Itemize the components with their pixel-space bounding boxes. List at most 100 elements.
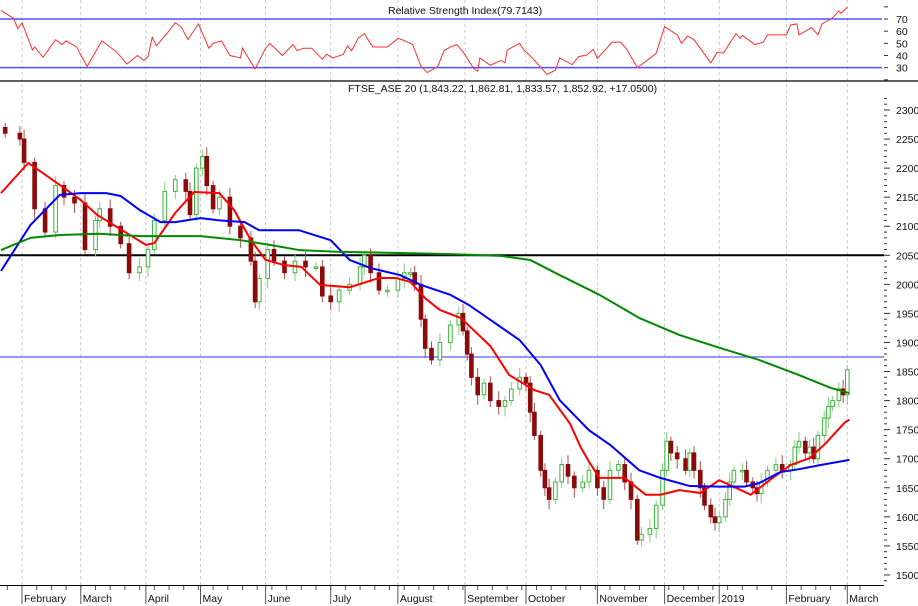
candle-up — [836, 382, 842, 407]
month-label: September — [467, 593, 519, 605]
candle-up — [448, 320, 453, 351]
candle-down — [282, 256, 287, 280]
candle-body — [469, 353, 474, 378]
candle-up — [830, 395, 835, 412]
candle-down — [565, 455, 571, 485]
candle-down — [668, 436, 674, 462]
candle-up — [481, 378, 487, 400]
candle-body — [422, 318, 428, 349]
candle-up — [313, 262, 319, 272]
candle-body — [744, 469, 749, 483]
candle-down — [126, 236, 132, 280]
candle-down — [422, 314, 428, 359]
candle-down — [187, 182, 193, 220]
candle-down — [183, 172, 189, 202]
price-tick-label: 2300 — [896, 105, 918, 117]
candle-body — [137, 266, 142, 274]
candle-up — [647, 519, 653, 543]
candle-body — [282, 260, 287, 274]
candle-down — [488, 376, 493, 407]
rsi-title: Relative Strength Index(79.7143) — [388, 5, 542, 17]
candle-body — [17, 132, 23, 140]
candle-body — [538, 434, 544, 471]
candle-body — [204, 155, 210, 187]
candle-down — [21, 129, 27, 171]
price-tick-label: 2200 — [896, 163, 918, 175]
candle-down — [803, 436, 808, 462]
candle-body — [21, 138, 27, 163]
candle-down — [328, 286, 333, 310]
candle-down — [538, 430, 544, 477]
candle-down — [210, 180, 216, 214]
candle-up — [257, 273, 262, 310]
candle-body — [53, 185, 58, 233]
candle-body — [368, 254, 373, 274]
candle-up — [53, 176, 58, 239]
candle-body — [72, 196, 77, 204]
candle-body — [210, 185, 216, 210]
candle-body — [320, 266, 325, 297]
candle-body — [553, 481, 558, 500]
stock-chart: February March April May June July August Septe… — [0, 0, 918, 606]
candle-body — [523, 376, 529, 384]
candle-body — [376, 272, 382, 291]
candle-up — [437, 333, 443, 367]
candle-down — [418, 275, 424, 328]
candle-body — [183, 179, 189, 192]
price-tick-label: 1700 — [896, 454, 918, 466]
candle-body — [496, 400, 501, 407]
candle-body — [265, 248, 270, 280]
month-label: June — [268, 593, 291, 605]
candle-body — [152, 219, 157, 250]
candle-body — [385, 289, 390, 293]
month-label: July — [333, 593, 352, 605]
candle-up — [93, 215, 98, 256]
candle-body — [796, 440, 802, 448]
candle-body — [586, 469, 592, 483]
candle-body — [252, 260, 258, 303]
candle-body — [546, 487, 552, 500]
candle-body — [271, 248, 277, 262]
candle-body — [731, 469, 737, 483]
candle-body — [448, 324, 453, 343]
candle-body — [488, 382, 493, 402]
candle-body — [723, 498, 728, 518]
candle-body — [464, 330, 470, 355]
price-tick-label: 1900 — [896, 337, 918, 349]
price-title: FTSE_ASE 20 (1,843.22, 1,862.81, 1,833.5… — [348, 83, 657, 95]
candle-down — [496, 391, 501, 415]
candle-body — [2, 126, 8, 134]
candle-body — [82, 202, 88, 250]
chart-canvas: February March April May June July August Septe… — [0, 0, 918, 605]
candle-down — [744, 461, 749, 487]
candle-body — [660, 469, 665, 506]
candle-body — [815, 434, 821, 460]
month-label: March — [83, 593, 112, 605]
candle-down — [429, 341, 434, 365]
candle-down — [542, 463, 548, 496]
price-tick-label: 1600 — [896, 512, 918, 524]
candle-body — [601, 487, 607, 500]
candle-up — [716, 512, 722, 533]
candle-body — [821, 417, 827, 436]
candle-body — [437, 341, 443, 361]
candle-down — [17, 126, 23, 146]
price-tick-label: 1800 — [896, 396, 918, 408]
candle-down — [475, 368, 480, 405]
candle-body — [830, 400, 835, 407]
candle-down — [572, 471, 577, 498]
candle-up — [607, 461, 613, 505]
price-tick-label: 2150 — [896, 192, 918, 204]
candle-up — [145, 244, 151, 277]
candle-down — [523, 372, 529, 392]
rsi-tick-label: 70 — [896, 14, 908, 26]
candle-down — [683, 449, 688, 475]
candle-body — [532, 411, 537, 436]
rsi-panel — [0, 6, 882, 75]
candle-up — [265, 242, 270, 289]
rsi-tick-label: 50 — [896, 38, 908, 50]
candle-body — [607, 469, 613, 500]
price-panel — [0, 122, 884, 547]
candle-body — [395, 278, 401, 291]
month-label: April — [148, 593, 169, 605]
